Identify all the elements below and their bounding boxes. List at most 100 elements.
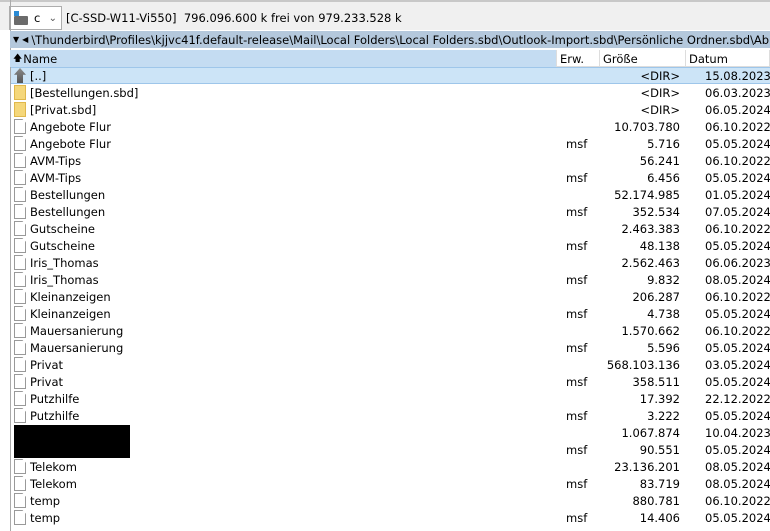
file-ext: msf (566, 408, 588, 423)
file-row[interactable]: Iris_Thomas msf 9.832 08.05.2024 15 (11, 271, 770, 288)
file-name: temp (11, 510, 558, 525)
scroll-left-icon[interactable]: ◀ (22, 35, 28, 44)
file-row[interactable]: Putzhilfe 17.392 22.12.2022 18 (11, 390, 770, 407)
file-date: 05.05.2024 17 (705, 442, 770, 457)
file-name-text: temp (30, 510, 61, 525)
file-size: 2.463.383 (621, 221, 680, 236)
column-size[interactable]: Größe (600, 50, 686, 67)
folder-icon (14, 102, 26, 117)
file-name: Telekom (11, 459, 558, 474)
file-row[interactable]: Bestellungen 52.174.985 01.05.2024 22 (11, 186, 770, 203)
file-row[interactable]: Putzhilfe msf 3.222 05.05.2024 17 (11, 407, 770, 424)
file-row[interactable]: Kleinanzeigen msf 4.738 05.05.2024 17 (11, 305, 770, 322)
file-date: 22.12.2022 18 (705, 391, 770, 406)
file-name: Privat (11, 374, 558, 389)
drive-selector[interactable]: c ⌄ (9, 6, 62, 30)
file-size: 56.241 (639, 153, 680, 168)
drive-free-space: 796.096.600 k frei von 979.233.528 k (183, 11, 402, 25)
file-icon (14, 510, 26, 525)
file-row[interactable]: Telekom msf 83.719 08.05.2024 13 (11, 475, 770, 492)
parent-dir-icon (14, 68, 26, 83)
file-date: 05.05.2024 17 (705, 238, 770, 253)
file-row[interactable]: [Bestellungen.sbd] <DIR> 06.03.2023 21 (11, 84, 770, 101)
file-icon (14, 170, 26, 185)
file-date: 06.10.2022 16 (705, 119, 770, 134)
file-name-text: Mauersanierung (30, 323, 124, 338)
file-size: 6.456 (647, 170, 680, 185)
file-row[interactable]: Privat 568.103.136 03.05.2024 21 (11, 356, 770, 373)
file-row[interactable]: temp 880.781 06.10.2022 16 (11, 492, 770, 509)
file-ext: msf (566, 306, 588, 321)
file-size: 52.174.985 (614, 187, 680, 202)
file-name: Gutscheine (11, 238, 558, 253)
file-icon (14, 323, 26, 338)
file-icon (14, 255, 26, 270)
history-dropdown-icon[interactable]: ▼ (13, 35, 19, 44)
file-date: 08.05.2024 13 (705, 459, 770, 474)
file-size: 83.719 (639, 476, 680, 491)
file-row[interactable]: Angebote Flur msf 5.716 05.05.2024 17 (11, 135, 770, 152)
file-date: 08.05.2024 13 (705, 476, 770, 491)
path-bar[interactable]: ▼ ◀ \Thunderbird\Profiles\kjjvc41f.defau… (10, 31, 770, 48)
file-row[interactable]: AVM-Tips 56.241 06.10.2022 16 (11, 152, 770, 169)
file-size: 10.703.780 (614, 119, 680, 134)
file-name-text: Bestellungen (30, 204, 106, 219)
file-name-text: [Privat.sbd] (30, 102, 97, 117)
file-date: 05.05.2024 17 (705, 408, 770, 423)
file-size: 48.138 (639, 238, 680, 253)
file-name-text: Kleinanzeigen (30, 306, 111, 321)
file-name: [Bestellungen.sbd] (11, 85, 558, 100)
file-list: [..] <DIR> 15.08.2023 02[Bestellungen.sb… (10, 67, 770, 531)
file-name: Angebote Flur (11, 136, 558, 151)
file-size: 90.551 (639, 442, 680, 457)
file-row[interactable]: Iris_Thomas 2.562.463 06.06.2023 05 (11, 254, 770, 271)
file-name-text: Angebote Flur (30, 136, 111, 151)
column-ext[interactable]: Erw. (557, 50, 600, 67)
file-ext: msf (566, 374, 588, 389)
file-name-text: [Bestellungen.sbd] (30, 85, 139, 100)
file-name: Iris_Thomas (11, 255, 558, 270)
file-size: 352.534 (632, 204, 680, 219)
file-icon (14, 289, 26, 304)
file-row[interactable]: Gutscheine msf 48.138 05.05.2024 17 (11, 237, 770, 254)
file-row[interactable]: [Privat.sbd] <DIR> 06.05.2024 21 (11, 101, 770, 118)
file-row[interactable]: Privat msf 358.511 05.05.2024 17 (11, 373, 770, 390)
file-name: Iris_Thomas (11, 272, 558, 287)
file-name: [Privat.sbd] (11, 102, 558, 117)
file-name: Angebote Flur (11, 119, 558, 134)
file-row[interactable]: Mauersanierung 1.570.662 06.10.2022 16 (11, 322, 770, 339)
file-name: Bestellungen (11, 187, 558, 202)
file-size: 5.596 (647, 340, 680, 355)
file-date: 06.10.2022 16 (705, 221, 770, 236)
file-row[interactable]: AVM-Tips msf 6.456 05.05.2024 17 (11, 169, 770, 186)
column-date[interactable]: Datum (686, 50, 770, 67)
file-name-text: Putzhilfe (30, 391, 80, 406)
file-size: 2.562.463 (621, 255, 680, 270)
file-row[interactable]: temp msf 14.406 05.05.2024 17 (11, 509, 770, 526)
file-icon (14, 187, 26, 202)
file-icon (14, 476, 26, 491)
redacted-region (14, 425, 130, 458)
column-name[interactable]: 🡅 Name (10, 50, 557, 67)
file-name-text: Putzhilfe (30, 408, 80, 423)
file-icon (14, 119, 26, 134)
file-row[interactable]: Telekom 23.136.201 08.05.2024 13 (11, 458, 770, 475)
file-size: <DIR> (640, 68, 680, 83)
file-name: Mauersanierung (11, 323, 558, 338)
file-ext: msf (566, 136, 588, 151)
file-size: <DIR> (640, 85, 680, 100)
file-size: 5.716 (647, 136, 680, 151)
file-row[interactable]: Mauersanierung msf 5.596 05.05.2024 17 (11, 339, 770, 356)
file-row[interactable]: [..] <DIR> 15.08.2023 02 (11, 67, 770, 84)
file-name: AVM-Tips (11, 170, 558, 185)
file-row[interactable]: Kleinanzeigen 206.287 06.10.2022 16 (11, 288, 770, 305)
file-name-text: Mauersanierung (30, 340, 124, 355)
file-name-text: temp (30, 493, 61, 508)
file-row[interactable]: Gutscheine 2.463.383 06.10.2022 16 (11, 220, 770, 237)
file-row[interactable]: Angebote Flur 10.703.780 06.10.2022 16 (11, 118, 770, 135)
file-size: 206.287 (632, 289, 680, 304)
drive-label: [C-SSD-W11-Vi550] (66, 11, 177, 25)
file-row[interactable]: Bestellungen msf 352.534 07.05.2024 18 (11, 203, 770, 220)
file-date: 03.05.2024 21 (705, 357, 770, 372)
file-ext: msf (566, 340, 588, 355)
